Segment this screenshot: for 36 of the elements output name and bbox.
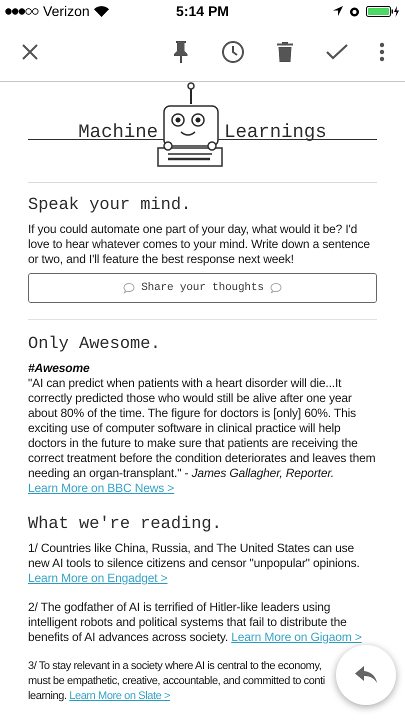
battery-charging-icon [366, 6, 400, 16]
reply-fab[interactable] [336, 645, 396, 705]
article-link[interactable]: Learn More on Engadget > [28, 571, 168, 585]
article-link[interactable]: Learn More on Gigaom > [231, 630, 362, 644]
section-heading: Speak your mind. [28, 197, 192, 214]
article-summary-line: must be empathetic, creative, accountable, and committed to conti [28, 675, 325, 687]
prompt-text: If you could automate one part of your day, what would it be? I'd love to hear whatever comes to your mind. Write down a sentence or two, and I'll feature the best response next week! [28, 222, 371, 267]
alarm-clock-icon [348, 6, 360, 16]
signal-icon [5, 8, 39, 14]
trash-icon [277, 42, 293, 62]
more-vertical-icon [379, 42, 385, 62]
reply-arrow-icon [355, 666, 377, 684]
clock-time: 5:14 PM [176, 2, 229, 20]
logo-text: Machine [78, 120, 158, 145]
share-thoughts-button[interactable]: Share your thoughts [28, 273, 377, 303]
article-link[interactable]: Learn More on Slate > [69, 690, 170, 702]
hashtag: #Awesome [28, 361, 90, 376]
clock-icon [221, 40, 245, 64]
pin-icon [173, 40, 189, 62]
article-summary: 1/ Countries like China, Russia, and The United States can use new AI tools to silence citizens and censor "unpopular" opinions. Learn More on Engadget > [28, 541, 361, 586]
section-heading: What we're reading. [28, 516, 223, 533]
section-heading: Only Awesome. [28, 336, 162, 353]
speech-bubble-icon [270, 282, 282, 294]
article-link[interactable]: Learn More on BBC News > [28, 481, 174, 495]
speech-bubble-icon [123, 282, 136, 294]
article-summary-line: 3/ To stay relevant in a society where AI is central to the economy, [28, 660, 322, 672]
article-summary: 2/ The godfather of AI is terrified of Hitler-like leaders using intelligent robots and political systems that fail to distribute the benefits of AI advances across society. Learn More on Gigaom > [28, 600, 363, 645]
close-icon [21, 42, 39, 60]
wifi-icon [94, 6, 109, 16]
article-summary-line: learning. [28, 690, 67, 702]
check-icon [326, 44, 348, 60]
location-arrow-icon [332, 6, 343, 16]
carrier-name: Verizon [43, 2, 90, 20]
logo-text: Learnings [224, 120, 327, 145]
quote-text: "AI can predict when patients with a heart disorder will die...It correctly predicted those who would still be alive after one year about 80% of the time. The figure for doctors is [only] 60%. This exciting use of computer software in clinical practice will help doctors in the future to make sure that patients are receiving the correct treatment before the condition deteriorates and leaves them needing an organ-transplant." - James Gallagher, Reporter. Learn More on BBC News > [28, 376, 376, 496]
reminder-clock-button[interactable] [221, 40, 245, 64]
